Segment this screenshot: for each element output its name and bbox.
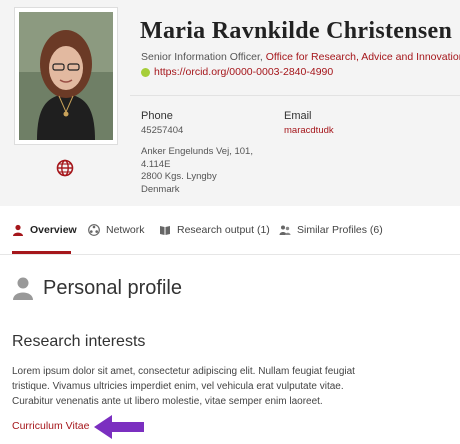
orcid-link[interactable]: https://orcid.org/0000-0003-2840-4990 — [154, 66, 333, 78]
people-icon — [279, 225, 291, 235]
tab-label: Overview — [30, 223, 77, 236]
address-line: 4.114E — [141, 158, 171, 170]
personal-profile-heading: Personal profile — [12, 276, 182, 300]
profile-header: Maria Ravnkilde Christensen Senior Infor… — [0, 0, 460, 206]
header-divider — [130, 95, 460, 96]
book-icon — [160, 225, 170, 235]
phone-label: Phone — [141, 110, 173, 122]
tab-label: Similar Profiles (6) — [297, 223, 383, 236]
profile-name: Maria Ravnkilde Christensen — [140, 18, 453, 44]
curriculum-vitae-link[interactable]: Curriculum Vitae — [12, 420, 89, 432]
orcid-icon — [141, 67, 150, 77]
network-icon — [88, 223, 100, 236]
paragraph-line: tristique. Vivamus ultricies imperdiet e… — [12, 381, 344, 392]
profile-photo — [14, 7, 118, 145]
tab-overview[interactable]: Overview — [12, 206, 77, 253]
position-line: Senior Information Officer, Office for R… — [141, 51, 460, 63]
globe-icon[interactable] — [56, 159, 74, 177]
organization-link[interactable]: Office for Research, Advice and Innovati… — [266, 51, 460, 63]
person-icon — [13, 224, 23, 236]
email-link[interactable]: maracdtudk — [284, 125, 334, 138]
profile-tabs: Overview Network Research output (1) Sim… — [0, 206, 460, 255]
tab-label: Research output (1) — [177, 223, 270, 236]
tab-network[interactable]: Network — [88, 206, 145, 253]
portrait-image — [19, 12, 113, 140]
person-icon — [13, 277, 33, 300]
address-block: Anker Engelunds Vej, 101, 4.114E 2800 Kg… — [141, 146, 253, 196]
phone-value: 45257404 — [141, 125, 184, 136]
tab-similar-profiles[interactable]: Similar Profiles (6) — [279, 206, 383, 253]
address-line: Denmark — [141, 183, 180, 195]
email-label: Email — [284, 110, 312, 122]
paragraph-line: Curabitur venenatis ante ut libero moles… — [12, 396, 323, 407]
orcid-row: https://orcid.org/0000-0003-2840-4990 — [141, 66, 333, 78]
tab-label: Network — [106, 223, 145, 236]
arrow-left-icon — [94, 415, 144, 439]
active-tab-indicator — [12, 251, 71, 254]
address-line: 2800 Kgs. Lyngby — [141, 171, 217, 182]
address-line: Anker Engelunds Vej, 101, — [141, 146, 253, 157]
position-title: Senior Information Officer, — [141, 51, 263, 63]
paragraph-line: Lorem ipsum dolor sit amet, consectetur … — [12, 366, 355, 377]
tab-research-output[interactable]: Research output (1) — [159, 206, 270, 253]
research-paragraph: Lorem ipsum dolor sit amet, consectetur … — [12, 364, 452, 409]
research-interests-heading: Research interests — [12, 333, 146, 350]
section-title: Personal profile — [43, 276, 182, 299]
